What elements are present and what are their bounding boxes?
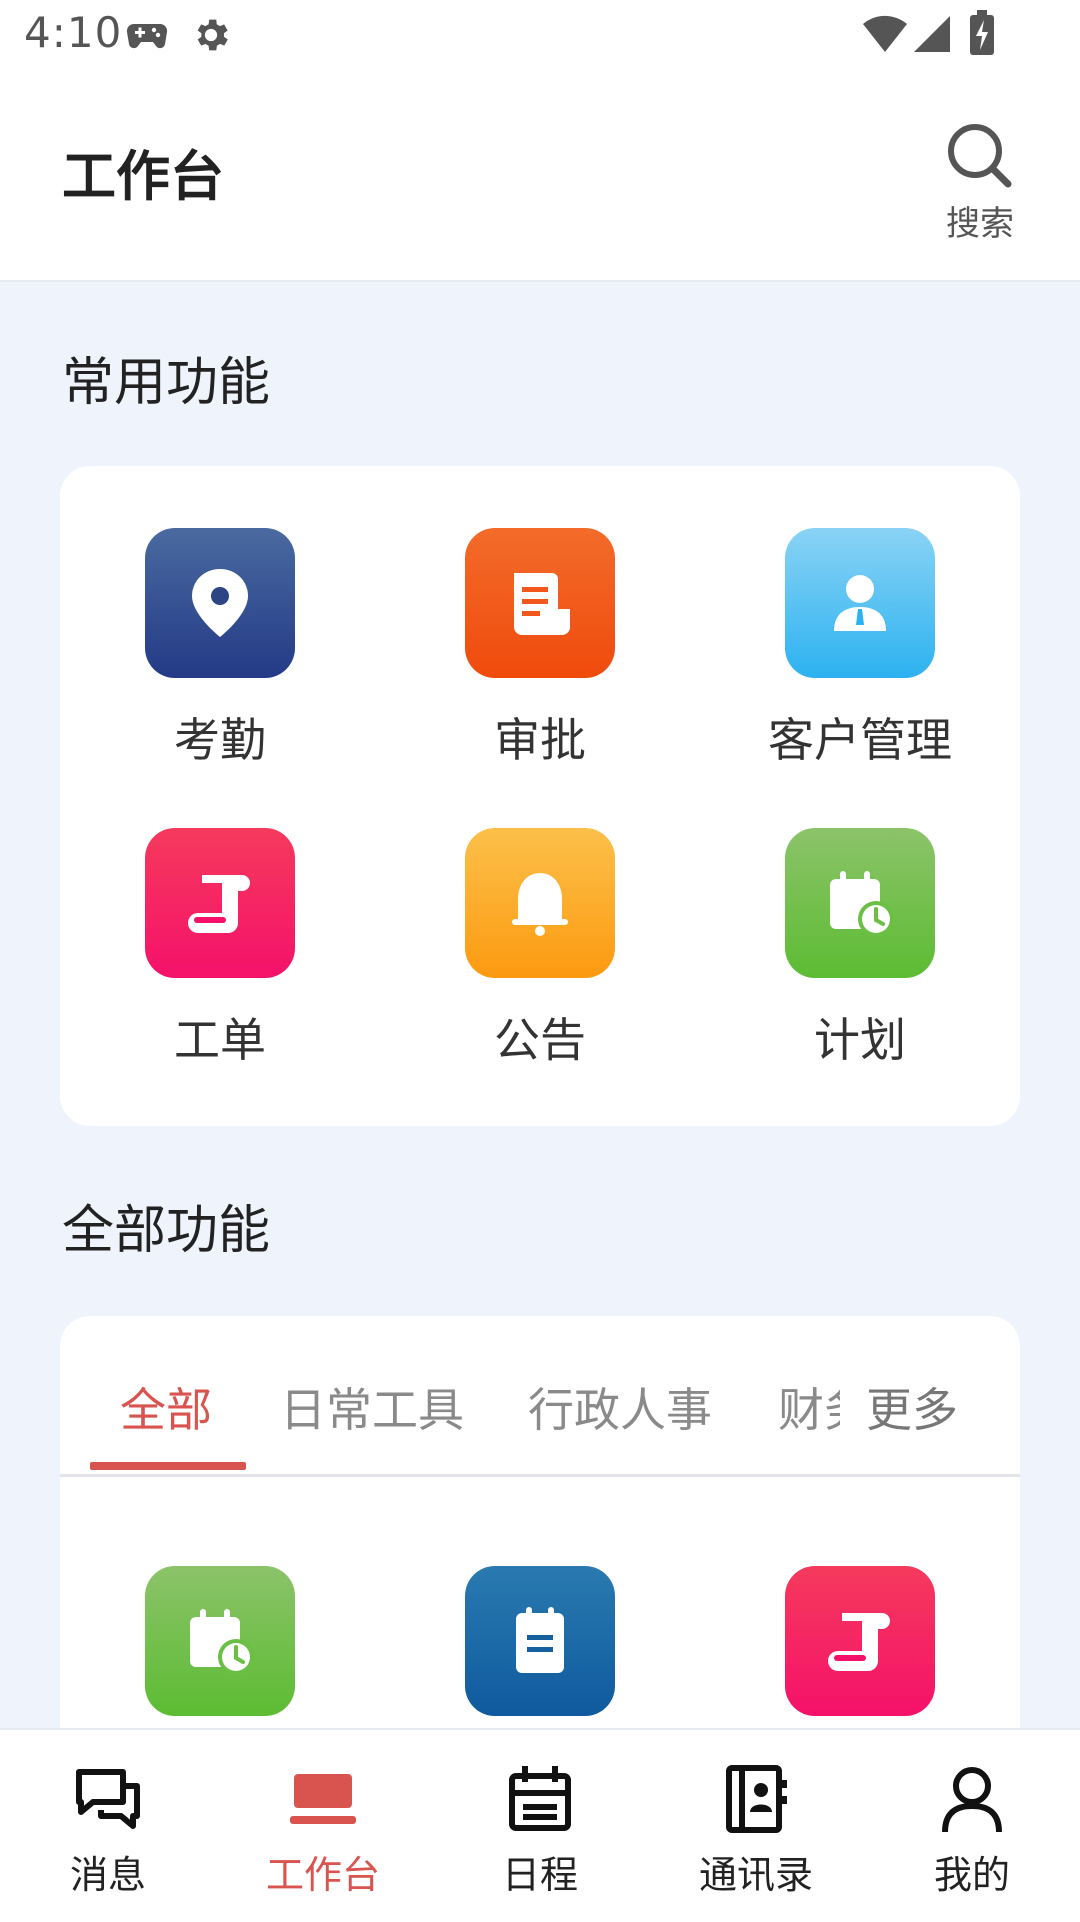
plan-tile[interactable]: 计划 [740,828,980,1068]
tile-label: 工单 [174,1013,266,1067]
nav-label: 我的 [933,1853,1010,1897]
customer-management-tile[interactable]: 客户管理 [740,528,980,768]
chat-icon [76,1769,140,1829]
more-tabs-button[interactable]: 更多 [866,1374,958,1440]
calendar-clock-icon [785,828,935,978]
status-bar: 4:10 [0,0,1080,72]
calendar-clock-icon [145,1566,295,1716]
nav-messages[interactable]: 消息 [33,1764,183,1897]
person-icon [785,528,935,678]
calendar-icon [509,1766,571,1831]
clipboard-icon [465,1566,615,1716]
page-title: 工作台 [62,145,224,208]
battery-icon [968,10,996,60]
tile-label: 审批 [494,713,586,767]
tab-admin-hr[interactable]: 行政人事 [528,1374,712,1440]
nav-label: 日程 [501,1853,578,1897]
all-section-title: 全部功能 [62,1201,271,1261]
nav-label: 工作台 [265,1853,380,1897]
profile-icon [942,1767,1002,1833]
approval-tile[interactable]: 审批 [420,528,660,768]
document-icon [465,528,615,678]
nav-schedule[interactable]: 日程 [465,1764,615,1897]
gear-icon [190,14,232,60]
frequent-functions-card: 考勤 审批 客户管理 工单 公告 计划 [60,466,1020,1126]
nav-profile[interactable]: 我的 [897,1764,1047,1897]
active-tab-indicator [90,1462,246,1470]
nav-label: 通讯录 [698,1853,813,1897]
frequent-section-title: 常用功能 [62,353,271,413]
status-time: 4:10 [24,8,123,57]
tab-finance[interactable]: 财务 [778,1374,840,1440]
search-button[interactable]: 搜索 [930,120,1030,244]
gamepad-icon [126,14,168,58]
app-header: 工作台 搜索 [0,72,1080,282]
tile-label: 公告 [494,1013,586,1067]
wifi-icon [862,14,908,58]
nav-label: 消息 [69,1853,146,1897]
work-order-tile[interactable]: 工单 [100,828,340,1068]
tile-label: 计划 [814,1013,906,1067]
tile-label: 客户管理 [768,713,952,767]
tab-all[interactable]: 全部 [120,1374,212,1440]
search-label: 搜索 [946,204,1014,244]
tile-label: 考勤 [174,713,266,767]
attendance-tile[interactable]: 考勤 [100,528,340,768]
bell-icon [465,828,615,978]
all-functions-card: 全部 日常工具 行政人事 财务 更多 [60,1316,1020,1776]
bottom-nav: 消息 工作台 日程 通讯录 我的 [0,1728,1080,1922]
announcement-tile[interactable]: 公告 [420,828,660,1068]
scroll-icon [785,1566,935,1716]
contacts-icon [726,1765,787,1833]
tab-daily-tools[interactable]: 日常工具 [280,1374,464,1440]
workbench-icon [290,1774,356,1824]
nav-contacts[interactable]: 通讯录 [681,1764,831,1897]
signal-icon [912,14,952,58]
category-tabs: 全部 日常工具 行政人事 财务 更多 [60,1316,1020,1477]
scroll-icon [145,828,295,978]
location-pin-icon [145,528,295,678]
nav-workbench[interactable]: 工作台 [248,1764,398,1897]
